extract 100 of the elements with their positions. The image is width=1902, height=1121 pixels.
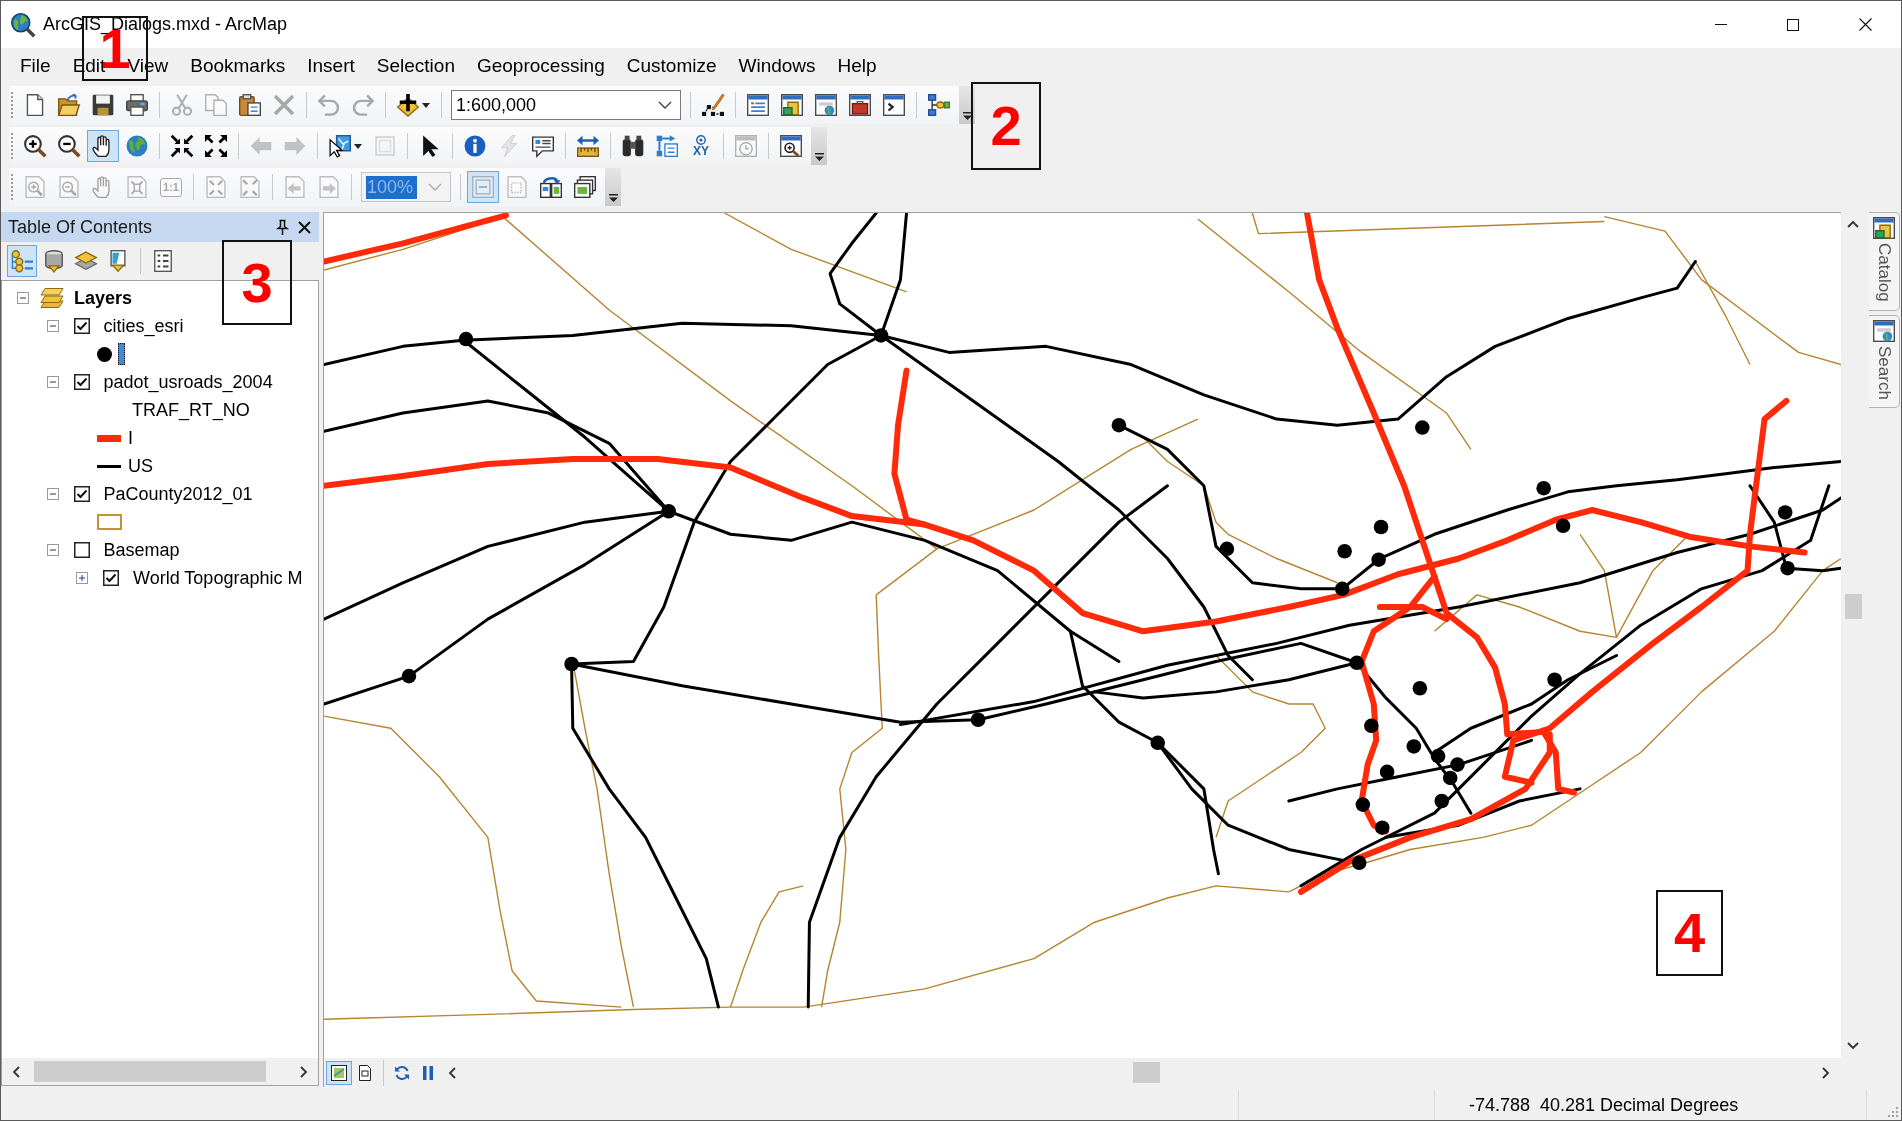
page-zoom-in-icon	[24, 176, 46, 198]
dotted-page-icon	[506, 176, 528, 198]
cabinet-window-icon	[1873, 217, 1895, 239]
menu-item[interactable]: Help	[826, 50, 888, 82]
chevron-down-icon	[658, 101, 672, 109]
layer-checkbox[interactable]	[73, 318, 90, 334]
callout-number: 2	[971, 82, 1041, 170]
layer-name[interactable]: padot_usroads_2004	[102, 370, 274, 394]
callout-number: 4	[1656, 890, 1723, 976]
toolbox-window-icon	[849, 94, 871, 116]
info-icon	[464, 135, 486, 157]
selected-label-highlight[interactable]	[118, 343, 125, 365]
menu-item[interactable]: Insert	[296, 50, 366, 82]
pan-button[interactable]	[87, 130, 119, 162]
close-icon	[1858, 18, 1872, 31]
collapse-button[interactable]	[46, 376, 59, 388]
layer-checkbox[interactable]	[73, 486, 90, 502]
layer-checkbox[interactable]	[73, 374, 90, 390]
caret-icon	[354, 143, 362, 149]
toolbar-options-button[interactable]	[811, 127, 827, 165]
layer-name[interactable]: PaCounty2012_01	[102, 482, 254, 506]
copy-icon	[205, 94, 227, 116]
dock-tab[interactable]: Catalog	[1869, 212, 1900, 311]
layer-name[interactable]: Layers	[73, 286, 134, 310]
horizontal-scrollbar[interactable]	[2, 1058, 318, 1085]
chevron-left-icon	[447, 1066, 459, 1079]
clipboard-icon	[239, 94, 261, 116]
layers-icon	[41, 288, 65, 308]
layer-checkbox[interactable]	[103, 570, 119, 586]
scrollbar-thumb[interactable]	[1844, 594, 1862, 619]
expand-button[interactable]	[76, 572, 88, 584]
page-zoom-out-icon	[58, 176, 80, 198]
collapse-button[interactable]	[17, 292, 29, 304]
page-arrows-outward-icon	[239, 176, 261, 198]
minimize-icon	[1715, 24, 1727, 25]
ruler-icon	[577, 135, 599, 157]
database-icon	[43, 250, 65, 272]
page-arrow-left-icon	[284, 176, 306, 198]
go-to-xy-button[interactable]: XY	[685, 130, 717, 162]
globe-window-icon	[1873, 319, 1895, 342]
arrows-inward-icon	[171, 135, 193, 157]
menu-item[interactable]: Customize	[615, 50, 728, 82]
undo-icon	[318, 94, 340, 116]
pages-arrow-icon	[540, 176, 562, 198]
layer-name[interactable]: World Topographic M	[132, 566, 304, 590]
legend-label[interactable]: I	[127, 426, 134, 450]
zoom-in-icon	[24, 135, 46, 157]
new-document-icon	[24, 94, 46, 116]
data-view-button[interactable]	[326, 1060, 352, 1085]
layer-name[interactable]: Basemap	[102, 538, 181, 562]
dock-tab[interactable]: Search	[1869, 314, 1900, 409]
overflow-arrow-icon	[814, 153, 824, 161]
list-page-icon	[152, 250, 174, 272]
arrow-right-icon	[284, 135, 306, 157]
plus-diamond-icon	[397, 94, 419, 116]
chevron-right-icon	[1819, 1066, 1831, 1079]
delete-icon	[273, 94, 295, 116]
grip-icon	[11, 174, 14, 200]
square-icon	[374, 135, 396, 157]
cabinet-window-icon	[781, 94, 803, 116]
scrollbar-thumb[interactable]	[1133, 1062, 1160, 1083]
scrollbar-thumb[interactable]	[34, 1061, 266, 1082]
console-window-icon	[883, 94, 905, 116]
chevron-down-icon	[1847, 1039, 1859, 1051]
route-icon	[656, 135, 678, 157]
binoculars-icon	[622, 135, 644, 157]
target-icon	[696, 135, 706, 145]
chevron-down-icon	[428, 183, 442, 191]
scissors-icon	[171, 94, 193, 116]
grip-icon	[11, 92, 14, 118]
point-symbol-icon	[97, 346, 112, 362]
list-by-drawing-order-button[interactable]	[7, 245, 37, 277]
menu-item[interactable]: File	[9, 50, 62, 82]
map-page-icon	[331, 1064, 347, 1081]
grip-icon	[11, 133, 14, 159]
callout-number: 3	[222, 240, 292, 325]
collapse-button[interactable]	[46, 488, 59, 500]
collapse-button[interactable]	[46, 544, 59, 556]
panel-title: Table Of Contents	[8, 216, 154, 238]
collapse-button[interactable]	[46, 320, 59, 332]
menu-item[interactable]: Geoprocessing	[465, 50, 616, 82]
scale-combo-box[interactable]: 1:600,000	[451, 90, 681, 120]
menu-item[interactable]: Selection	[365, 50, 466, 82]
page-arrows-inward-icon	[205, 176, 227, 198]
menu-item[interactable]: Bookmarks	[179, 50, 297, 82]
cursor-map-icon	[329, 135, 351, 157]
layer-name[interactable]: cities_esri	[102, 314, 185, 338]
toolbar-options-button[interactable]	[605, 168, 621, 206]
legend-label[interactable]: US	[127, 454, 154, 478]
page-arrow-right-icon	[318, 176, 340, 198]
zoom-out-icon	[58, 135, 80, 157]
close-icon[interactable]	[298, 220, 311, 234]
circles-list-icon	[11, 250, 33, 272]
menu-item[interactable]: Windows	[727, 50, 827, 82]
pause-icon	[423, 1065, 433, 1080]
layer-checkbox[interactable]	[73, 542, 90, 558]
resize-grip-icon	[1886, 1105, 1898, 1117]
pin-icon[interactable]	[277, 219, 288, 235]
frame-icon	[472, 176, 494, 198]
page-arrows-icon	[126, 176, 148, 198]
